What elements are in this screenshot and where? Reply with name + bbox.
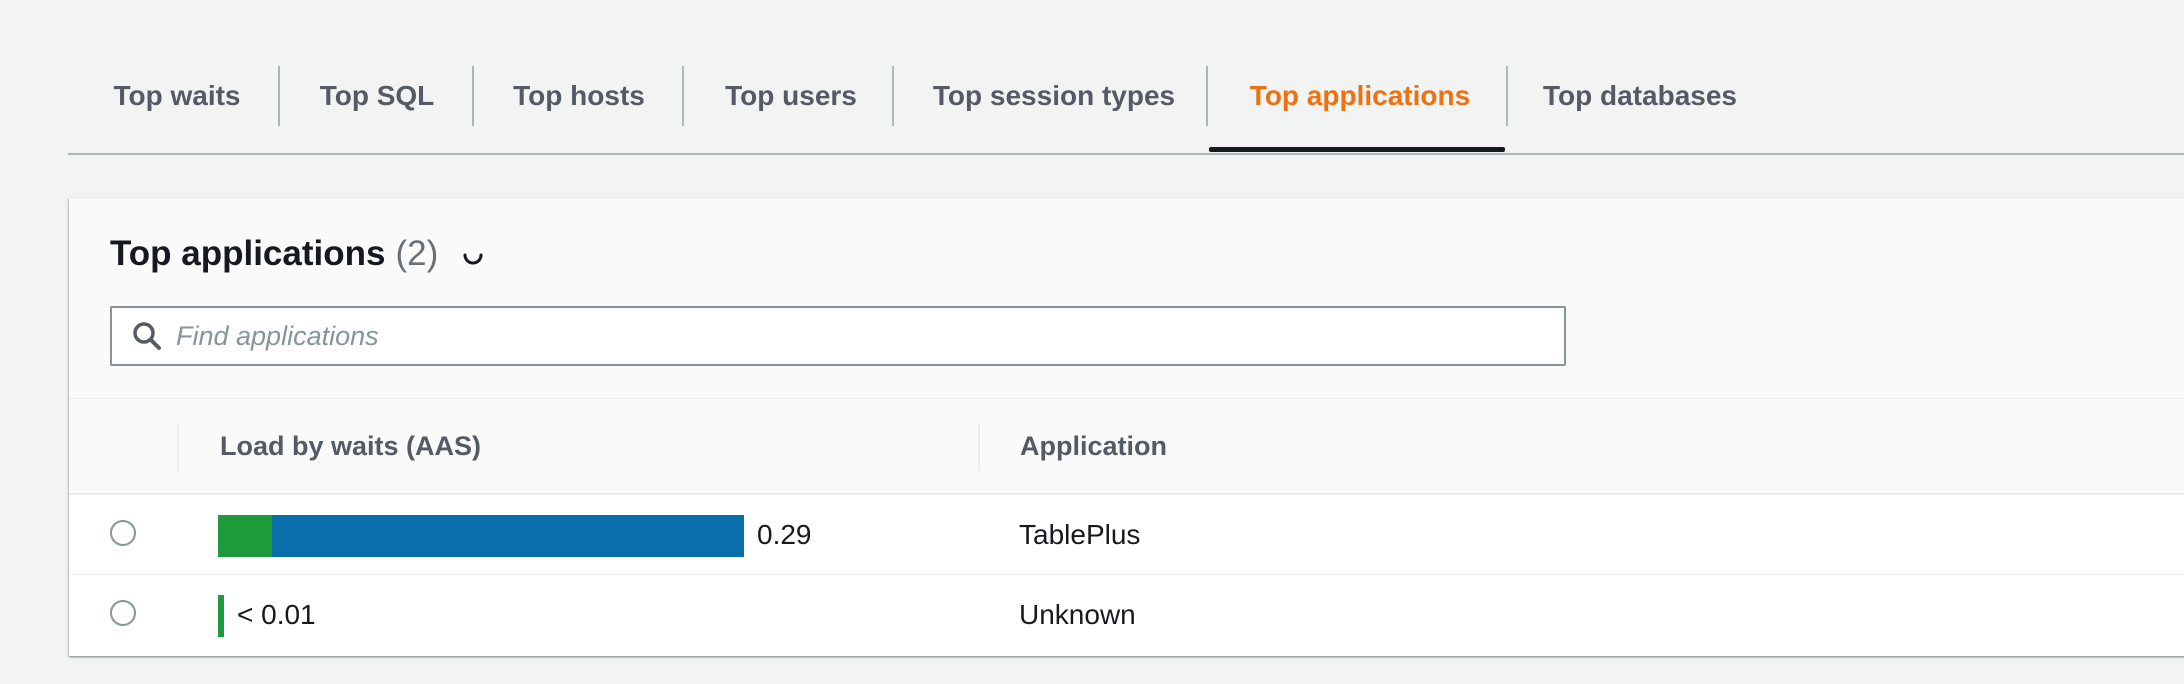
search-input[interactable] bbox=[174, 319, 1558, 353]
row-select-radio[interactable] bbox=[110, 600, 136, 626]
tab-top-hosts[interactable]: Top hosts bbox=[504, 66, 654, 126]
table-row[interactable]: < 0.01 Unknown bbox=[69, 575, 2184, 655]
loading-spinner-icon bbox=[463, 253, 483, 265]
panel-header: Top applications (2) bbox=[69, 198, 2184, 398]
tab-top-session-types[interactable]: Top session types bbox=[924, 66, 1184, 126]
application-name: TablePlus bbox=[1019, 519, 1141, 550]
panel-title-count: (2) bbox=[395, 234, 439, 273]
search-box bbox=[110, 306, 1566, 366]
tab-divider bbox=[278, 66, 280, 126]
load-value: < 0.01 bbox=[237, 599, 316, 630]
table-header: Load by waits (AAS) Application bbox=[69, 398, 2184, 495]
panel-title: Top applications (2) bbox=[110, 234, 484, 274]
column-divider bbox=[177, 423, 179, 471]
tab-top-users[interactable]: Top users bbox=[716, 66, 866, 126]
tab-top-applications[interactable]: Top applications bbox=[1210, 66, 1510, 126]
tab-bar: Top waits Top SQL Top hosts Top users To… bbox=[68, 0, 2184, 155]
load-bar bbox=[218, 515, 744, 557]
tab-divider bbox=[472, 66, 474, 126]
tab-divider bbox=[682, 66, 684, 126]
tab-top-waits[interactable]: Top waits bbox=[112, 66, 242, 126]
load-bar-segment bbox=[218, 515, 272, 557]
tab-divider bbox=[1506, 66, 1508, 126]
tab-divider bbox=[892, 66, 894, 126]
table-row[interactable]: 0.29 TablePlus bbox=[69, 495, 2184, 575]
load-bar bbox=[218, 595, 224, 637]
active-tab-indicator bbox=[1209, 147, 1505, 152]
load-bar-segment bbox=[218, 595, 224, 637]
column-header-load[interactable]: Load by waits (AAS) bbox=[220, 399, 481, 494]
application-name: Unknown bbox=[1019, 599, 1136, 630]
tab-divider bbox=[1206, 66, 1208, 126]
tab-top-sql[interactable]: Top SQL bbox=[312, 66, 442, 126]
load-bar-segment bbox=[272, 515, 744, 557]
load-value: 0.29 bbox=[757, 519, 812, 550]
column-divider bbox=[978, 423, 980, 471]
column-header-application[interactable]: Application bbox=[1020, 399, 1167, 494]
row-select-radio[interactable] bbox=[110, 520, 136, 546]
top-applications-panel: Top applications (2) Load by waits (AAS)… bbox=[69, 198, 2184, 656]
panel-title-text: Top applications bbox=[110, 234, 386, 273]
tab-top-databases[interactable]: Top databases bbox=[1530, 66, 1750, 126]
search-icon bbox=[133, 322, 161, 350]
